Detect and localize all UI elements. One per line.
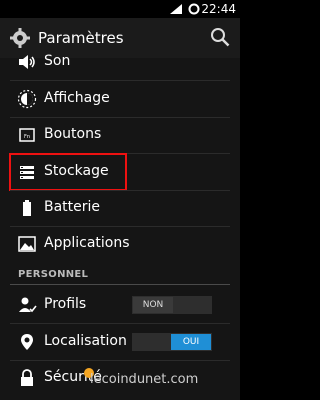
- settings-item-label: Profils: [44, 296, 87, 312]
- settings-item-location[interactable]: Localisation OUI: [0, 324, 240, 360]
- location-icon: [21, 334, 33, 350]
- settings-item-label: Boutons: [44, 126, 102, 142]
- section-header-personal: PERSONNEL: [18, 269, 89, 280]
- applications-icon: [18, 236, 36, 252]
- toggle-state: NON: [133, 297, 173, 313]
- settings-item-label: Localisation: [44, 333, 127, 349]
- settings-item-sound[interactable]: Son: [0, 44, 240, 80]
- svg-text:Fn: Fn: [24, 134, 30, 140]
- settings-item-applications[interactable]: Applications: [0, 226, 240, 262]
- settings-item-label: Batterie: [44, 199, 101, 215]
- status-bar: 22:44: [0, 0, 240, 18]
- settings-item-battery[interactable]: Batterie: [0, 190, 240, 226]
- watermark-text: lecoindunet.com: [90, 372, 199, 387]
- settings-item-profiles[interactable]: Profils NON: [0, 287, 240, 323]
- profiles-icon: [19, 297, 37, 313]
- settings-list: Son Affichage Fn Boutons Stockage Batter…: [0, 53, 240, 400]
- signal-icon: [170, 4, 182, 14]
- settings-item-label: Affichage: [44, 90, 110, 106]
- location-toggle[interactable]: OUI: [132, 333, 212, 351]
- battery-icon: [23, 200, 31, 216]
- profiles-toggle[interactable]: NON: [132, 296, 212, 314]
- toggle-state: OUI: [171, 334, 211, 350]
- battery-status-icon: [188, 3, 200, 15]
- buttons-icon: Fn: [19, 128, 35, 142]
- brightness-icon: [17, 89, 37, 109]
- settings-item-buttons[interactable]: Fn Boutons: [0, 117, 240, 153]
- settings-item-label: Son: [44, 53, 71, 69]
- lock-icon: [21, 369, 33, 386]
- section-divider: [10, 284, 230, 285]
- settings-item-display[interactable]: Affichage: [0, 81, 240, 117]
- volume-icon: [19, 55, 35, 69]
- highlight-box: [9, 153, 127, 191]
- settings-item-label: Applications: [44, 235, 130, 251]
- status-time: 22:44: [201, 2, 236, 16]
